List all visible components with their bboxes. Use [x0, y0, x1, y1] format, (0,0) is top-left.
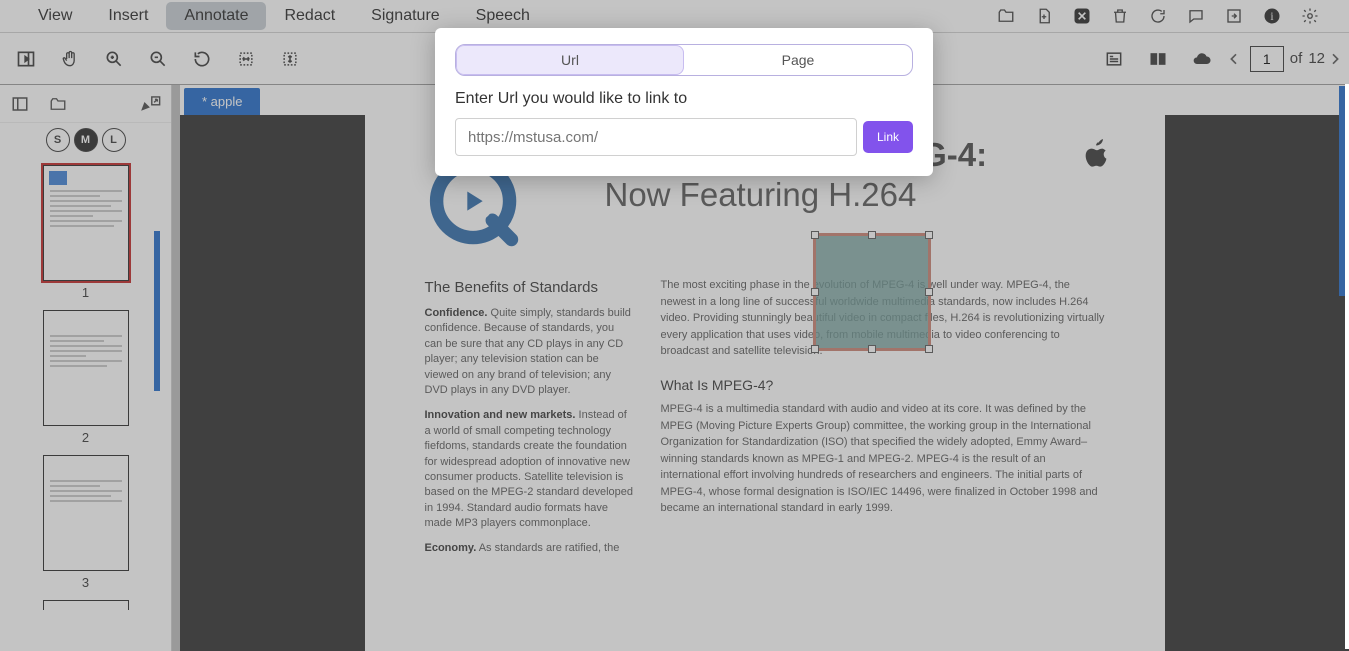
thumbnail-page-1[interactable]	[43, 165, 129, 281]
link-dialog: Url Page Enter Url you would like to lin…	[435, 28, 933, 176]
thumbnail-size-selector: S M L	[0, 123, 171, 157]
cloud-icon[interactable]	[1182, 39, 1222, 79]
thumbnail-page-2[interactable]	[43, 310, 129, 426]
dialog-label: Enter Url you would like to link to	[455, 90, 913, 108]
file-add-icon[interactable]	[1031, 3, 1057, 29]
form-icon[interactable]	[1094, 39, 1134, 79]
document-viewport[interactable]: QuickTime and MPEG-4: Now Featuring H.26…	[180, 115, 1349, 651]
thumb-label: 2	[82, 430, 89, 445]
fit-width-icon[interactable]	[226, 39, 266, 79]
para-lead: Confidence.	[425, 307, 488, 319]
comment-icon[interactable]	[1183, 3, 1209, 29]
refresh-icon[interactable]	[1145, 3, 1171, 29]
url-input[interactable]	[455, 118, 857, 156]
section-heading: The Benefits of Standards	[425, 277, 635, 298]
trash-icon[interactable]	[1107, 3, 1133, 29]
page-sep: of	[1290, 50, 1303, 67]
resize-handle[interactable]	[925, 288, 933, 296]
para-text: As standards are ratified, the	[476, 542, 619, 554]
hand-tool-icon[interactable]	[50, 39, 90, 79]
page-content: QuickTime and MPEG-4: Now Featuring H.26…	[365, 115, 1165, 651]
page-indicator: of 12	[1250, 46, 1325, 72]
menu-speech[interactable]: Speech	[458, 2, 548, 30]
splitter[interactable]	[172, 85, 180, 651]
size-large[interactable]: L	[102, 128, 126, 152]
thumbnail-list[interactable]: 1 2 3	[0, 157, 171, 651]
document-tab[interactable]: * apple	[184, 88, 260, 115]
gear-icon[interactable]	[1297, 3, 1323, 29]
rotate-icon[interactable]	[182, 39, 222, 79]
menu-view[interactable]: View	[20, 2, 90, 30]
menu-redact[interactable]: Redact	[266, 2, 353, 30]
body-paragraph: MPEG-4 is a multimedia standard with aud…	[661, 401, 1105, 517]
resize-handle[interactable]	[868, 345, 876, 353]
size-medium[interactable]: M	[74, 128, 98, 152]
info-icon[interactable]: i	[1259, 3, 1285, 29]
export-icon[interactable]	[1221, 3, 1247, 29]
menu-insert[interactable]: Insert	[90, 2, 166, 30]
thumbnail-page-3[interactable]	[43, 455, 129, 571]
zoom-in-icon[interactable]	[94, 39, 134, 79]
para-lead: Innovation and new markets.	[425, 409, 576, 421]
panel-toggle-icon[interactable]	[6, 90, 34, 118]
size-small[interactable]: S	[46, 128, 70, 152]
folder-tree-icon[interactable]	[44, 90, 72, 118]
segment-url[interactable]: Url	[456, 45, 684, 75]
resize-handle[interactable]	[925, 231, 933, 239]
sidebar: S M L 1 2 3	[0, 85, 172, 651]
thumbnail-page-4[interactable]	[43, 600, 129, 610]
thumb-label: 3	[82, 575, 89, 590]
sidebar-toggle-icon[interactable]	[6, 39, 46, 79]
resize-handle[interactable]	[925, 345, 933, 353]
apple-logo-icon	[1077, 135, 1109, 176]
segment-page[interactable]: Page	[684, 45, 912, 75]
open-folder-icon[interactable]	[993, 3, 1019, 29]
para-text: Instead of a world of small competing te…	[425, 409, 634, 529]
dual-page-icon[interactable]	[1138, 39, 1178, 79]
resize-handle[interactable]	[811, 345, 819, 353]
resize-handle[interactable]	[811, 288, 819, 296]
link-type-segment: Url Page	[455, 44, 913, 76]
current-page-input[interactable]	[1250, 46, 1284, 72]
doc-title-line2: Now Featuring H.264	[605, 175, 988, 215]
para-text: Quite simply, standards build confidence…	[425, 307, 631, 396]
thumb-label: 1	[82, 285, 89, 300]
section-heading: What Is MPEG-4?	[661, 376, 1105, 396]
para-lead: Economy.	[425, 542, 477, 554]
resize-handle[interactable]	[811, 231, 819, 239]
link-button[interactable]: Link	[863, 121, 913, 153]
fit-height-icon[interactable]	[270, 39, 310, 79]
zoom-out-icon[interactable]	[138, 39, 178, 79]
prev-page-icon[interactable]	[1224, 49, 1244, 69]
pen-popout-icon[interactable]	[137, 90, 165, 118]
resize-handle[interactable]	[868, 231, 876, 239]
close-icon[interactable]	[1069, 3, 1095, 29]
total-pages: 12	[1308, 50, 1325, 67]
menu-annotate[interactable]: Annotate	[166, 2, 266, 30]
next-page-icon[interactable]	[1325, 49, 1345, 69]
menu-signature[interactable]: Signature	[353, 2, 458, 30]
link-annotation-box[interactable]	[813, 233, 931, 351]
